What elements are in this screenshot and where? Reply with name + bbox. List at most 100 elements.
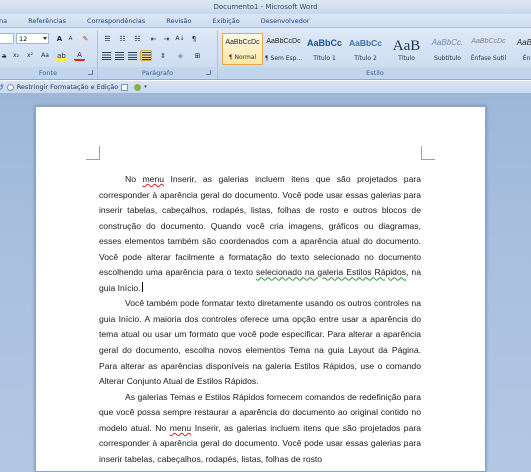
refresh-icon[interactable] xyxy=(6,83,14,91)
highlighter-icon: ab xyxy=(57,51,66,60)
outdent-icon: ⇤ xyxy=(150,34,157,43)
paragraph-group-label-text: Parágrafo xyxy=(141,69,174,77)
font-dialog-launcher-icon[interactable] xyxy=(88,70,93,75)
strikethrough-icon: a xyxy=(1,51,7,60)
style-preview: AaB xyxy=(392,38,421,54)
shading-button[interactable]: ◈ xyxy=(174,50,187,61)
multilevel-list-icon: ☵ xyxy=(134,34,141,43)
multilevel-list-button[interactable]: ☵ xyxy=(131,33,144,44)
style-preview: AaBbCcDc xyxy=(266,38,301,45)
style-preview: AaBbCcDc xyxy=(225,39,260,46)
tab-references[interactable]: Referências xyxy=(28,17,66,25)
ribbon: 12 A A ✎ a x₂ x² Aa ab A Fonte ☰ ☷ ☵ ⇤ ⇥… xyxy=(0,27,531,80)
paint-bucket-icon: ◈ xyxy=(177,51,184,60)
styles-group-label-text: Estilo xyxy=(366,69,384,77)
bullet-list-icon: ☰ xyxy=(104,34,111,43)
style-name: Ênfase Sutil xyxy=(470,55,507,62)
borders-button[interactable]: ⊞ xyxy=(191,50,204,61)
shield-icon[interactable] xyxy=(134,83,142,91)
style-name: ¶ Normal xyxy=(228,54,257,61)
group-divider xyxy=(97,31,98,79)
show-marks-button[interactable]: ¶ xyxy=(189,33,199,44)
paragraph-3[interactable]: As galerias Temas e Estilos Rápidos forn… xyxy=(99,390,421,468)
customize-dropdown-icon[interactable]: ▾ xyxy=(144,84,147,90)
title-bar: Documento1 - Microsoft Word xyxy=(0,0,531,14)
grow-font-button[interactable]: A xyxy=(54,33,65,44)
superscript-button[interactable]: x² xyxy=(24,50,36,61)
font-group-label: Fonte xyxy=(0,67,96,79)
style-preview: AaBbCc xyxy=(306,38,342,48)
font-size-value: 12 xyxy=(19,34,28,43)
paragraph-dialog-launcher-icon[interactable] xyxy=(206,70,211,75)
tab-home[interactable]: na xyxy=(0,17,7,25)
style-tile[interactable]: AaBbCcDc ¶ Sem Esp... xyxy=(263,33,304,65)
strikethrough-button[interactable]: a xyxy=(0,50,8,61)
indent-icon: ⇥ xyxy=(163,34,170,43)
align-right-icon xyxy=(128,51,137,60)
style-tile[interactable]: AaBbCc Título 1 xyxy=(304,33,345,65)
superscript-icon: x² xyxy=(27,52,33,59)
change-case-button[interactable]: Aa xyxy=(38,50,52,61)
highlight-button[interactable]: ab xyxy=(56,50,67,61)
subscript-button[interactable]: x₂ xyxy=(10,50,22,61)
align-left-button[interactable] xyxy=(101,50,112,61)
align-left-icon xyxy=(102,51,111,60)
borders-icon: ⊞ xyxy=(194,51,201,60)
restrict-formatting-label[interactable]: Restringir Formatação e Edição xyxy=(17,83,119,91)
font-size-combo[interactable]: 12 xyxy=(16,33,49,44)
document-icon[interactable] xyxy=(121,83,129,91)
paragraph-group-label: Parágrafo xyxy=(99,67,216,79)
sort-icon: A↓ xyxy=(175,35,185,42)
window-title: Documento1 - Microsoft Word xyxy=(213,3,318,11)
bullets-button[interactable]: ☰ xyxy=(101,33,114,44)
style-name: Título 2 xyxy=(354,55,377,62)
ribbon-tabs: na Referências Correspondências Revisão … xyxy=(0,14,531,27)
font-group-label-text: Fonte xyxy=(38,69,58,77)
change-case-icon: Aa xyxy=(41,52,49,59)
style-tile[interactable]: AaBbCcDc ¶ Normal xyxy=(222,33,263,65)
font-name-combo[interactable] xyxy=(0,33,14,44)
style-name: ¶ Sem Esp... xyxy=(264,55,303,62)
subscript-icon: x₂ xyxy=(13,52,19,59)
sort-button[interactable]: A↓ xyxy=(175,33,185,44)
font-color-button[interactable]: A xyxy=(74,50,85,61)
tab-mailings[interactable]: Correspondências xyxy=(87,17,145,25)
document-body[interactable]: No menu Inserir, as galerias incluem ite… xyxy=(99,172,421,467)
style-name: Título xyxy=(398,55,415,62)
eraser-icon: ✎ xyxy=(82,34,89,43)
undo-icon[interactable]: ↺ xyxy=(0,83,4,92)
style-tile[interactable]: AaBbC Ênfa xyxy=(509,33,531,65)
style-tile[interactable]: AaB Título xyxy=(386,33,427,65)
decrease-indent-button[interactable]: ⇤ xyxy=(148,33,159,44)
spelling-flag: menu xyxy=(142,174,165,184)
font-color-icon: A xyxy=(77,50,82,59)
grow-font-icon: A xyxy=(56,34,63,43)
clear-format-button[interactable]: ✎ xyxy=(80,33,91,44)
style-tile[interactable]: AaBbCcDc Ênfase Sutil xyxy=(468,33,509,65)
grammar-flag: selecionado na galeria Estilos Rápidos xyxy=(256,267,407,278)
tab-developer[interactable]: Desenvolvedor xyxy=(261,17,310,25)
increase-indent-button[interactable]: ⇥ xyxy=(161,33,172,44)
tab-review[interactable]: Revisão xyxy=(166,17,191,25)
numbering-button[interactable]: ☷ xyxy=(116,33,129,44)
shrink-font-button[interactable]: A xyxy=(65,33,76,44)
align-center-button[interactable] xyxy=(114,50,125,61)
style-tile[interactable]: AaBbCc. Subtítulo xyxy=(427,33,468,65)
align-right-button[interactable] xyxy=(127,50,138,61)
tab-view[interactable]: Exibição xyxy=(212,17,239,25)
justify-button[interactable] xyxy=(140,50,152,61)
numbered-list-icon: ☷ xyxy=(119,34,126,43)
crop-mark-top-left xyxy=(86,146,100,160)
style-name: Ênfa xyxy=(522,55,531,62)
style-tile[interactable]: AaBbCc Título 2 xyxy=(345,33,386,65)
line-spacing-button[interactable]: ⇕ xyxy=(156,50,170,61)
text-cursor xyxy=(141,281,143,292)
style-name: Subtítulo xyxy=(434,55,461,62)
paragraph-2[interactable]: Você também pode formatar texto diretame… xyxy=(99,296,421,389)
shrink-font-icon: A xyxy=(68,35,73,42)
justify-icon xyxy=(141,51,151,60)
paragraph-1[interactable]: No menu Inserir, as galerias incluem ite… xyxy=(99,172,421,296)
chevron-down-icon xyxy=(43,37,47,40)
group-divider xyxy=(217,31,218,79)
style-preview: AaBbCc xyxy=(348,38,383,48)
